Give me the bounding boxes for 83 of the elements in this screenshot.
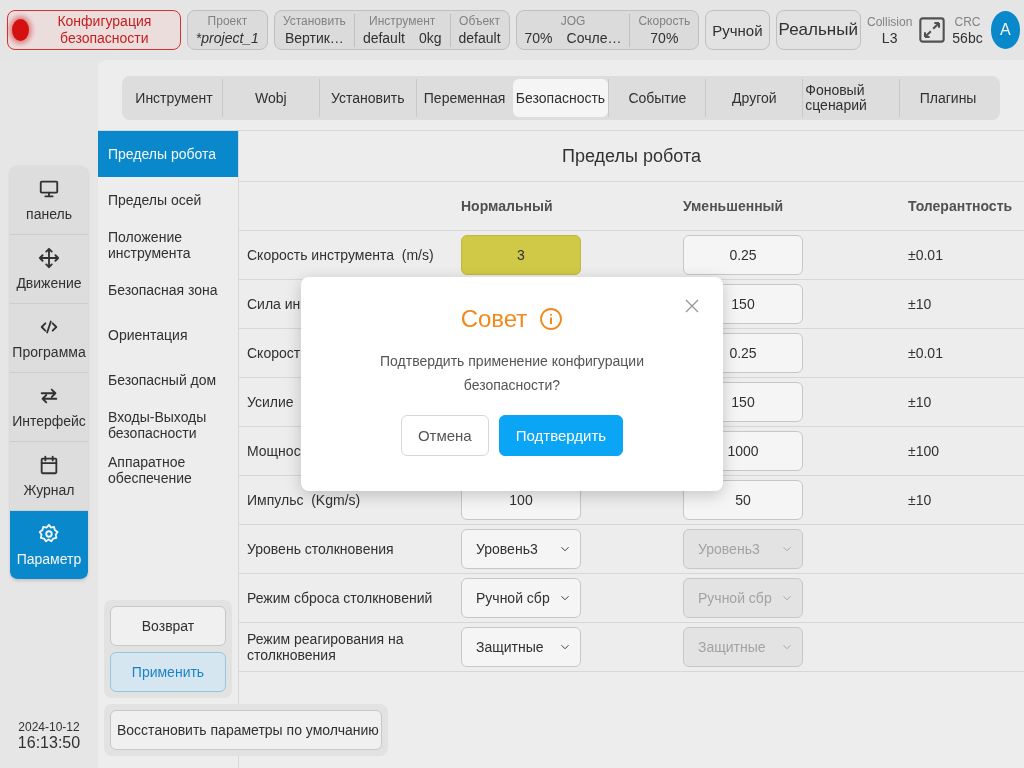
tab[interactable]: Установить bbox=[318, 79, 416, 117]
nav-item[interactable]: Программа bbox=[10, 304, 88, 373]
status-value: default bbox=[362, 28, 405, 47]
column-header: Уменьшенный bbox=[683, 198, 784, 214]
column-header: Нормальный bbox=[461, 198, 553, 214]
row-label: Режим реагирования на столкновения bbox=[247, 631, 405, 663]
number-field[interactable]: 3 bbox=[461, 235, 581, 275]
mode-button[interactable]: Реальный bbox=[775, 10, 861, 50]
back-button[interactable]: Возврат bbox=[110, 606, 226, 646]
side-menu-item[interactable]: Безопасная зона bbox=[98, 267, 238, 312]
tolerance-value: ±10 bbox=[908, 492, 932, 508]
status-label: Collision bbox=[866, 14, 913, 30]
settings-icon bbox=[38, 523, 60, 545]
tab[interactable]: Фоновый сценарий bbox=[802, 79, 900, 117]
user-avatar[interactable]: A bbox=[990, 11, 1020, 49]
status-label: Инструмент bbox=[369, 13, 436, 29]
dialog-title: Совет bbox=[460, 305, 528, 333]
number-field[interactable]: 0.25 bbox=[683, 235, 803, 275]
safety-config-button[interactable]: Конфигурация безопасности bbox=[7, 10, 181, 50]
side-menu-item[interactable]: Безопасный дом bbox=[98, 357, 238, 402]
dropdown[interactable]: Уровень3 bbox=[461, 529, 581, 569]
status-value: 0kg bbox=[418, 28, 442, 47]
date-text: 2024-10-12 bbox=[18, 720, 80, 734]
column-header: Толерантность bbox=[908, 198, 1013, 214]
status-label: Объект bbox=[459, 13, 500, 29]
side-menu-item[interactable]: Пределы робота bbox=[98, 131, 238, 177]
panel-title: Пределы робота bbox=[239, 131, 1024, 182]
row-label: Режим сброса столкновений bbox=[247, 590, 433, 606]
cancel-button[interactable]: Отмена bbox=[400, 415, 489, 456]
move-arrows-icon bbox=[38, 247, 60, 269]
status-label: CRC bbox=[954, 14, 981, 30]
close-icon[interactable] bbox=[685, 299, 699, 313]
row-label: Сила ин bbox=[247, 296, 301, 312]
tolerance-value: ±0.01 bbox=[908, 345, 943, 361]
restore-defaults-button[interactable]: Восстановить параметры по умолчанию bbox=[110, 710, 382, 750]
row-label: Импульс (Kgm/s) bbox=[247, 492, 361, 508]
status-value: 56bc bbox=[952, 29, 983, 46]
nav-item[interactable]: Движение bbox=[10, 235, 88, 304]
status-value: Сочле… bbox=[566, 28, 622, 47]
status-label: JOG bbox=[560, 13, 586, 29]
monitor-icon bbox=[38, 178, 60, 200]
status-label: Проект bbox=[207, 13, 248, 29]
info-icon bbox=[539, 307, 564, 331]
row-label: Усилие bbox=[247, 394, 294, 410]
time-text: 16:13:50 bbox=[17, 734, 81, 752]
tab[interactable]: Другой bbox=[705, 79, 803, 117]
tolerance-value: ±0.01 bbox=[908, 247, 943, 263]
status-value: *project_1 bbox=[195, 28, 259, 47]
row-label: Скорост bbox=[247, 345, 301, 361]
dropdown[interactable]: Защитные bbox=[461, 627, 581, 667]
tab[interactable]: Инструмент bbox=[126, 79, 222, 117]
side-menu-item[interactable]: Пределы осей bbox=[98, 177, 238, 222]
row-label: Уровень столкновения bbox=[247, 541, 394, 557]
tolerance-value: ±10 bbox=[908, 296, 932, 312]
dialog-message: Подтвердить применение конфигурации безопасности? bbox=[379, 352, 645, 395]
number-field[interactable]: 50 bbox=[683, 480, 803, 520]
tab[interactable]: Событие bbox=[608, 79, 706, 117]
mode-button[interactable]: Ручной bbox=[705, 10, 770, 50]
status-value: default bbox=[458, 28, 501, 47]
status-value: 70% bbox=[650, 28, 679, 47]
status-value: L3 bbox=[881, 29, 898, 46]
status-label: Скорость bbox=[638, 13, 691, 29]
status-value: Вертик… bbox=[284, 28, 344, 47]
row-label: Скорость инструмента (m/s) bbox=[247, 247, 434, 263]
side-menu-item[interactable]: Ориентация bbox=[98, 312, 238, 357]
fullscreen-icon[interactable] bbox=[918, 16, 947, 44]
row-label: Мощнос bbox=[247, 443, 301, 459]
calendar-icon bbox=[38, 454, 60, 476]
tab[interactable]: Wobj bbox=[221, 79, 319, 117]
tolerance-value: ±100 bbox=[908, 443, 940, 459]
side-menu-item[interactable]: Аппаратное обеспечение bbox=[98, 447, 238, 492]
nav-item[interactable]: панель bbox=[10, 166, 88, 235]
dropdown[interactable]: Ручной сбр bbox=[461, 578, 581, 618]
tab[interactable]: Плагины bbox=[899, 79, 996, 117]
side-menu-item[interactable]: Положение инструмента bbox=[98, 222, 238, 267]
nav-item[interactable]: Интерфейс bbox=[10, 373, 88, 442]
tab[interactable]: Безопасность bbox=[512, 79, 609, 117]
tab[interactable]: Переменная bbox=[415, 79, 513, 117]
status-label: Установить bbox=[282, 13, 346, 29]
nav-item[interactable]: Параметр bbox=[10, 511, 88, 580]
status-value: 70% bbox=[524, 28, 553, 47]
tolerance-value: ±10 bbox=[908, 394, 932, 410]
side-menu-item[interactable]: Входы-Выходы безопасности bbox=[98, 402, 238, 447]
